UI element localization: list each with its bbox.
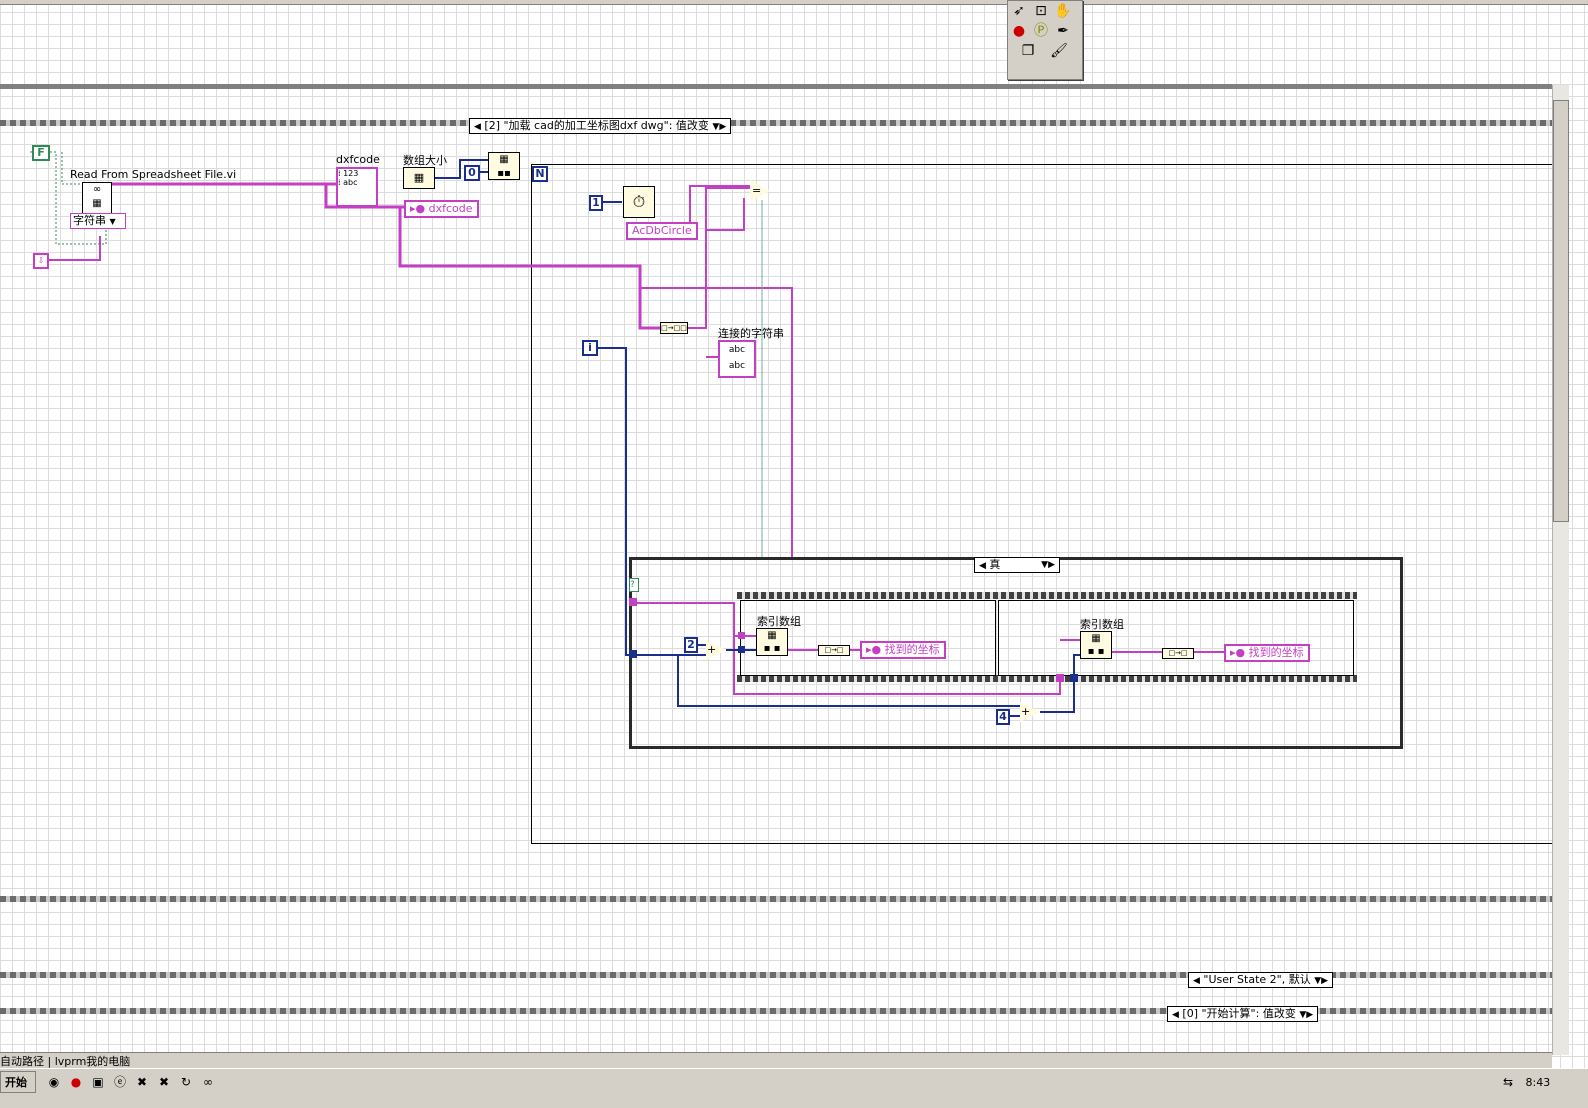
acdbcircle-constant[interactable]: AcDbCircle [626,222,698,240]
add-sign: + [707,643,717,656]
dxfcode-array-control[interactable]: ⁞ 123 ⁞ abc [336,167,378,207]
concat-string-label: 连接的字符串 [718,327,784,340]
found-coordinates-label-1: 找到的坐标 [884,643,940,656]
format-selector[interactable]: 字符串 ▼ [70,213,126,229]
array-size-function-icon[interactable]: ▦ [403,167,435,189]
loop-count-terminal[interactable]: N [532,166,548,182]
found-coordinates-label-2: 找到的坐标 [1248,646,1304,659]
decrement-arrow-icon[interactable]: ◀ [1172,1010,1179,1020]
color-fg-bg-icon[interactable]: ❐ [1008,41,1048,61]
user-state-case-label: "User State 2", 默认 [1203,973,1311,986]
start-calc-case-selector[interactable]: ◀ [0] "开始计算": 值改变 ▼▶ [1167,1006,1319,1022]
probe-icon[interactable]: Ⓟ [1030,21,1052,41]
dropdown-arrow-icon[interactable]: ▼▶ [1041,558,1055,572]
pink-tunnel [1056,674,1064,682]
system-tray: ⇆ 8:43 [1500,1074,1550,1090]
globe-icon: ▸● [410,202,426,215]
index-array-node-top[interactable]: ▦ ▪▪ [488,152,520,180]
decrement-arrow-icon[interactable]: ◀ [1193,976,1200,986]
zero-constant[interactable]: 0 [464,165,480,181]
found-coordinates-indicator-1[interactable]: ▸● 找到的坐标 [860,641,946,659]
pink-tunnel [629,598,637,606]
index-array-function-icon[interactable]: ▦ ▪ ▪ [1080,631,1112,659]
dropdown-arrow-icon[interactable]: ▼▶ [1299,1010,1313,1020]
status-bar: 自动路径 | lvprm我的电脑 [0,1052,1552,1069]
tools-palette: ➶ ⊡ ✋ ● Ⓟ ✒ ❐ 🖌 [1007,0,1083,80]
four-constant[interactable]: 4 [996,709,1010,725]
link-icon[interactable]: ∞ [200,1074,216,1090]
dxfcode-indicator-label: dxfcode [428,202,473,215]
index-array-function-icon[interactable]: ▦ ▪ ▪ [756,628,788,656]
operate-value-icon[interactable]: ➶ [1008,1,1030,21]
loop-iteration-terminal[interactable]: i [582,340,598,356]
quick-launch: ◉ ● ▣ ⓔ ✖ ✖ ↻ ∞ [46,1074,222,1090]
found-coordinates-indicator-2[interactable]: ▸● 找到的坐标 [1224,644,1310,662]
read-vi-title: Read From Spreadsheet File.vi [70,168,237,181]
network-icon[interactable]: ⇆ [1500,1074,1516,1090]
taskbar [0,1068,1588,1108]
index-array-label-2: 索引数组 [1080,618,1124,631]
tool-icon[interactable]: ✖ [134,1074,150,1090]
array-size-label: 数组大小 [403,154,447,167]
timing-function-icon[interactable]: ⏱ [623,186,655,218]
sequence-frame-2[interactable] [998,600,1354,676]
concat-string-indicator[interactable]: abc abc [718,340,756,378]
string-convert-function-icon[interactable]: □→□ [1162,648,1194,659]
dropdown-arrow-icon[interactable]: ▼▶ [1314,976,1328,986]
position-size-icon[interactable]: ⊡ [1030,1,1052,21]
block-diagram-wires [30,151,1224,717]
start-label: 开始 [5,1076,27,1089]
dxfcode-local-variable[interactable]: ▸● dxfcode [404,200,479,218]
app-icon[interactable]: ▣ [90,1074,106,1090]
tool-icon[interactable]: ✖ [156,1074,172,1090]
case-selector-value: 真 [989,558,1001,571]
hand-icon[interactable]: ✋ [1052,1,1074,21]
pink-tunnel [738,632,745,639]
format-selector-value: 字符串 [73,214,106,227]
record-icon[interactable]: ● [68,1074,84,1090]
blue-tunnel [629,650,637,658]
globe-icon: ▸● [866,643,882,656]
equal-sign: = [752,184,762,197]
ie-icon[interactable]: ⓔ [112,1074,128,1090]
chevron-down-icon: ▼ [109,217,116,226]
breakpoint-icon[interactable]: ● [1008,21,1030,41]
read-spreadsheet-vi-icon[interactable]: ∞ ▦ [82,182,112,214]
blue-tunnel [738,646,745,653]
vertical-scroll-thumb[interactable] [1553,100,1569,522]
two-constant[interactable]: 2 [684,637,698,653]
user-state-case-selector[interactable]: ◀ "User State 2", 默认 ▼▶ [1188,972,1334,988]
string-convert-function-icon[interactable]: □→□ [818,645,850,656]
blue-tunnel [1070,674,1078,682]
start-calc-case-label: [0] "开始计算": 值改变 [1182,1007,1296,1020]
color-copy-icon[interactable]: ✒ [1052,21,1074,41]
brush-icon[interactable]: 🖌 [1048,41,1070,61]
refresh-icon[interactable]: ↻ [178,1074,194,1090]
case-selector[interactable]: ◀ 真 ▼▶ [974,557,1060,573]
file-path-constant[interactable]: ⇩ [33,253,49,269]
sequence-top-film [737,592,1357,599]
globe-icon: ▸● [1230,646,1246,659]
clock: 8:43 [1525,1076,1551,1089]
one-constant[interactable]: 1 [589,195,603,211]
false-constant[interactable]: F [32,145,50,161]
add-sign: + [1021,705,1031,718]
start-button[interactable]: 开始 [0,1071,36,1093]
concat-string-function-icon[interactable]: □→□□ [660,322,688,334]
decrement-arrow-icon[interactable]: ◀ [979,561,986,571]
case-selector-terminal[interactable]: ? [629,578,639,592]
status-path: 自动路径 | lvprm我的电脑 [0,1055,131,1068]
sequence-bottom-film [737,675,1357,682]
index-array-label-1: 索引数组 [757,615,801,628]
chrome-icon[interactable]: ◉ [46,1074,62,1090]
dxfcode-control-label: dxfcode [336,153,380,166]
